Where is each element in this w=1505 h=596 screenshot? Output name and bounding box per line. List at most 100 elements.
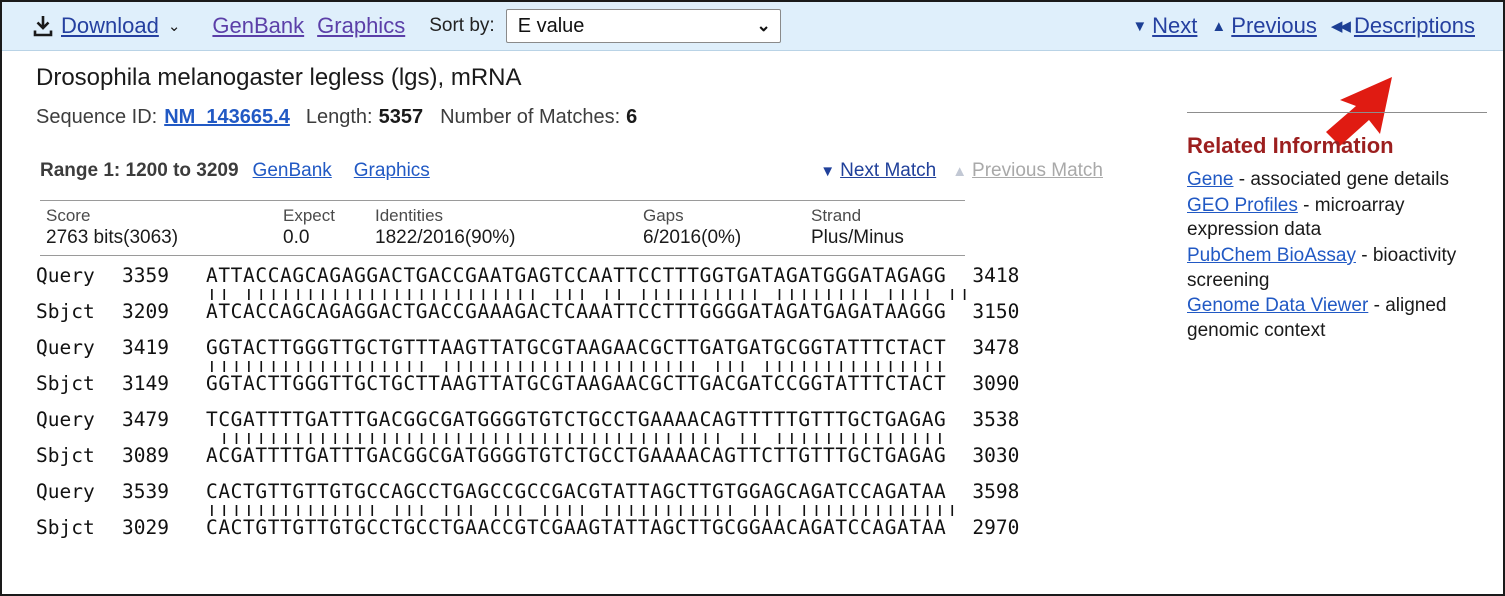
query-line: Query 3359 ATTACCAGCAGAGGACTGACCGAATGAGT… bbox=[36, 264, 1019, 289]
sequence-id-link[interactable]: NM_143665.4 bbox=[164, 106, 290, 129]
query-start: 3359 bbox=[122, 264, 169, 287]
sbjct-sequence: CACTGTTGTTGTGCCTGCCTGAACCGTCGAAGTATTAGCT… bbox=[206, 515, 947, 539]
graphics-link[interactable]: Graphics bbox=[317, 13, 405, 39]
stats-header-expect: Expect bbox=[283, 206, 335, 225]
range-header: Range 1: 1200 to 3209 GenBank Graphics bbox=[40, 160, 452, 182]
sequence-id-label: Sequence ID: bbox=[36, 106, 158, 128]
stats-header-gaps: Gaps bbox=[643, 206, 684, 225]
sbjct-line: Sbjct 3209 ATCACCAGCAGAGGACTGACCGAAAGACT… bbox=[36, 300, 1019, 325]
chevron-down-icon: ⌄ bbox=[756, 16, 771, 35]
sbjct-start: 3149 bbox=[122, 371, 169, 395]
alignment-block: Query 3359 ATTACCAGCAGAGGACTGACCGAATGAGT… bbox=[36, 264, 1019, 325]
previous-label[interactable]: Previous bbox=[1231, 13, 1317, 39]
sort-by-value: E value bbox=[517, 14, 585, 37]
toolbar-left-group: Download ⌄ GenBank Graphics Sort by: E v… bbox=[2, 9, 781, 43]
query-label: Query bbox=[36, 264, 95, 287]
sbjct-end: 3090 bbox=[972, 371, 1020, 395]
alignment-block: Query 3479 TCGATTTTGATTTGACGGCGATGGGGTGT… bbox=[36, 408, 1019, 469]
gene-description: - associated gene details bbox=[1233, 169, 1449, 190]
stats-header-identities: Identities bbox=[375, 206, 444, 225]
sbjct-line: Sbjct 3149 GGTACTTGGGTTGCTGCTTAAGTTATGCG… bbox=[36, 372, 1019, 397]
results-toolbar: Download ⌄ GenBank Graphics Sort by: E v… bbox=[2, 2, 1503, 51]
geo-profiles-link[interactable]: GEO Profiles bbox=[1187, 195, 1298, 216]
match-navigation: ▼ Next Match ▲ Previous Match bbox=[820, 160, 1103, 182]
query-start: 3479 bbox=[122, 407, 169, 431]
length-label: Length: bbox=[305, 106, 373, 128]
sbjct-sequence: ATCACCAGCAGAGGACTGACCGAAAGACTCAAATTCCTTT… bbox=[206, 299, 947, 323]
range-graphics-link[interactable]: Graphics bbox=[354, 160, 430, 182]
query-sequence: ATTACCAGCAGAGGACTGACCGAATGAGTCCAATTCCTTT… bbox=[206, 264, 947, 287]
sort-by-label: Sort by: bbox=[429, 15, 495, 36]
pubchem-bioassay-link[interactable]: PubChem BioAssay bbox=[1187, 245, 1356, 266]
query-start: 3539 bbox=[122, 479, 169, 503]
range-genbank-link[interactable]: GenBank bbox=[253, 160, 332, 182]
stats-header-score: Score bbox=[46, 206, 91, 225]
related-item: GEO Profiles - microarray expression dat… bbox=[1187, 194, 1487, 243]
length-value: 5357 bbox=[378, 106, 424, 128]
matches-label: Number of Matches: bbox=[440, 106, 621, 128]
double-left-arrow-icon: ◀◀ bbox=[1330, 18, 1351, 35]
related-item: Gene - associated gene details bbox=[1187, 168, 1487, 193]
download-button[interactable]: Download ⌄ bbox=[32, 13, 180, 39]
sort-by-select[interactable]: E value ⌄ bbox=[505, 9, 781, 43]
stats-value-identities: 1822/2016(90%) bbox=[375, 227, 516, 248]
descriptions-button[interactable]: ◀◀ Descriptions bbox=[1331, 13, 1475, 39]
query-label: Query bbox=[36, 335, 95, 359]
sequence-info: Sequence ID: NM_143665.4 Length: 5357 Nu… bbox=[36, 106, 637, 129]
query-sequence: TCGATTTTGATTTGACGGCGATGGGGTGTCTGCCTGAAAA… bbox=[206, 407, 947, 431]
next-match-button[interactable]: ▼ Next Match bbox=[820, 160, 936, 182]
stats-value-gaps: 6/2016(0%) bbox=[643, 227, 742, 248]
sbjct-sequence: GGTACTTGGGTTGCTGCTTAAGTTATGCGTAAGAACGCTT… bbox=[206, 371, 947, 395]
previous-match-button: ▲ Previous Match bbox=[952, 160, 1103, 182]
alignment-block: Query 3419 GGTACTTGGGTTGCTGTTTAAGTTATGCG… bbox=[36, 336, 1019, 397]
toolbar-right-group: ▼ Next ▲ Previous ◀◀ Descriptions bbox=[1132, 13, 1503, 39]
previous-button[interactable]: ▲ Previous bbox=[1211, 13, 1316, 39]
sbjct-end: 3030 bbox=[972, 443, 1020, 467]
descriptions-label[interactable]: Descriptions bbox=[1354, 13, 1475, 39]
chevron-down-icon[interactable]: ⌄ bbox=[168, 19, 181, 34]
sbjct-label: Sbjct bbox=[36, 443, 95, 467]
alignment-body: Query 3359 ATTACCAGCAGAGGACTGACCGAATGAGT… bbox=[36, 264, 1019, 552]
next-button[interactable]: ▼ Next bbox=[1132, 13, 1197, 39]
midline: || |||||||||||||||||||||||| ||| || |||||… bbox=[206, 289, 1019, 300]
query-line: Query 3539 CACTGTTGTTGTGCCAGCCTGAGCCGCCG… bbox=[36, 480, 1019, 505]
related-item: Genome Data Viewer - aligned genomic con… bbox=[1187, 294, 1487, 343]
query-label: Query bbox=[36, 407, 95, 431]
alignment-stats-table: Score Expect Identities Gaps Strand 2763… bbox=[40, 200, 965, 256]
query-end: 3538 bbox=[972, 407, 1020, 431]
next-label[interactable]: Next bbox=[1152, 13, 1197, 39]
query-line: Query 3419 GGTACTTGGGTTGCTGTTTAAGTTATGCG… bbox=[36, 336, 1019, 361]
gene-link[interactable]: Gene bbox=[1187, 169, 1233, 190]
format-links-group: GenBank Graphics bbox=[212, 13, 405, 39]
related-item: PubChem BioAssay - bioactivity screening bbox=[1187, 244, 1487, 293]
sbjct-line: Sbjct 3029 CACTGTTGTTGTGCCTGCCTGAACCGTCG… bbox=[36, 516, 1019, 541]
query-line: Query 3479 TCGATTTTGATTTGACGGCGATGGGGTGT… bbox=[36, 408, 1019, 433]
range-label: Range 1: 1200 to 3209 bbox=[40, 160, 239, 181]
download-label[interactable]: Download bbox=[61, 13, 159, 39]
midline: |||||||||||||||||| |||||||||||||||||||||… bbox=[206, 361, 1019, 372]
query-end: 3418 bbox=[972, 264, 1020, 287]
triangle-down-icon: ▼ bbox=[1132, 17, 1148, 35]
next-match-label[interactable]: Next Match bbox=[840, 160, 936, 182]
stats-header-strand: Strand bbox=[811, 206, 862, 225]
sbjct-start: 3029 bbox=[122, 515, 169, 539]
genome-data-viewer-link[interactable]: Genome Data Viewer bbox=[1187, 295, 1368, 316]
sbjct-start: 3209 bbox=[122, 299, 169, 323]
related-information-panel: Related Information Gene - associated ge… bbox=[1187, 112, 1487, 345]
genbank-link[interactable]: GenBank bbox=[212, 13, 304, 39]
sbjct-sequence: ACGATTTTGATTTGACGGCGATGGGGTGTCTGCCTGAAAA… bbox=[206, 443, 947, 467]
query-start: 3419 bbox=[122, 335, 169, 359]
sbjct-line: Sbjct 3089 ACGATTTTGATTTGACGGCGATGGGGTGT… bbox=[36, 444, 1019, 469]
sbjct-label: Sbjct bbox=[36, 515, 95, 539]
triangle-up-icon: ▲ bbox=[1211, 17, 1227, 35]
matches-value: 6 bbox=[626, 106, 638, 128]
midline: ||||||||||||||||||||||||||||||||||||||||… bbox=[206, 433, 1019, 444]
previous-match-label: Previous Match bbox=[972, 160, 1103, 181]
query-end: 3478 bbox=[972, 335, 1020, 359]
triangle-up-icon: ▲ bbox=[952, 162, 968, 180]
download-icon bbox=[32, 15, 54, 37]
query-sequence: CACTGTTGTTGTGCCAGCCTGAGCCGCCGACGTATTAGCT… bbox=[206, 479, 947, 503]
sbjct-end: 2970 bbox=[972, 515, 1020, 539]
stats-header-row: Score Expect Identities Gaps Strand bbox=[40, 206, 965, 226]
triangle-down-icon: ▼ bbox=[820, 162, 836, 180]
